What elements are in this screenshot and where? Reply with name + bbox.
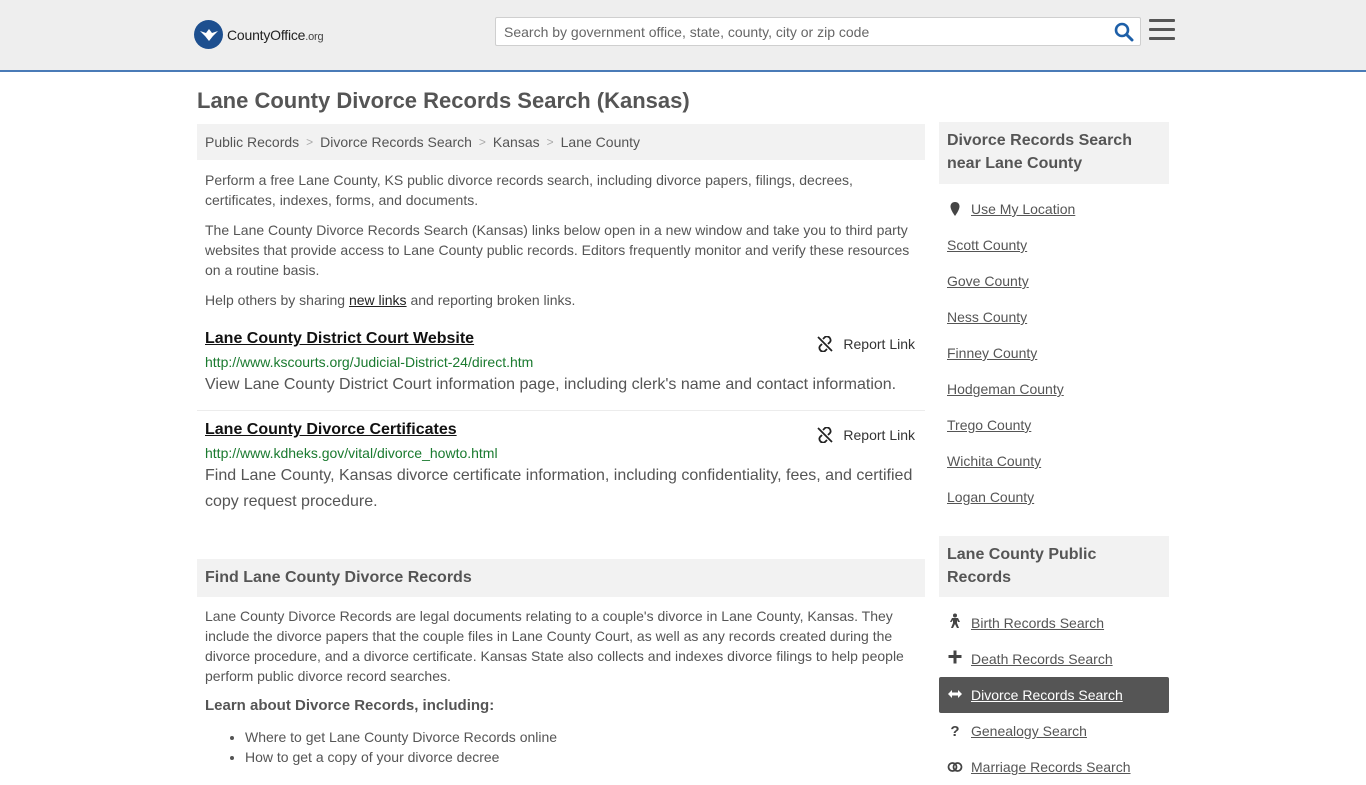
person-icon [947, 613, 963, 633]
sidebar-item-label[interactable]: Divorce Records Search [971, 687, 1123, 703]
section-heading: Find Lane County Divorce Records [197, 559, 925, 597]
question-icon: ? [950, 722, 960, 740]
chevron-right-icon: > [478, 135, 486, 149]
nearby-county-link[interactable]: Ness County [947, 309, 1027, 325]
new-links-link[interactable]: new links [349, 292, 407, 308]
report-link-label: Report Link [843, 336, 915, 352]
logo-tld: .org [305, 30, 324, 43]
result-description: Find Lane County, Kansas divorce certifi… [205, 467, 913, 510]
search-bar [495, 17, 1141, 46]
hamburger-menu-icon[interactable] [1149, 19, 1175, 41]
result-url: http://www.kscourts.org/Judicial-Distric… [205, 354, 534, 370]
broken-link-icon [817, 427, 834, 443]
chevron-right-icon: > [546, 135, 554, 149]
nearby-county-link[interactable]: Gove County [947, 273, 1029, 289]
nearby-county-link[interactable]: Scott County [947, 237, 1027, 253]
use-my-location-link[interactable]: Use My Location [971, 201, 1075, 217]
sidebar-item-birth-records[interactable]: Birth Records Search [939, 605, 1169, 641]
nearby-county-link[interactable]: Wichita County [947, 453, 1041, 469]
sidebar-item-death-records[interactable]: Death Records Search [939, 641, 1169, 677]
eagle-icon [194, 20, 223, 49]
rings-icon [947, 759, 963, 776]
intro-paragraph: The Lane County Divorce Records Search (… [205, 222, 910, 278]
learn-list: Where to get Lane County Divorce Records… [245, 727, 557, 767]
page-title: Lane County Divorce Records Search (Kans… [197, 88, 690, 113]
broken-link-icon [817, 336, 834, 352]
site-logo[interactable]: CountyOffice.org [194, 20, 324, 49]
sidebar-heading-nearby: Divorce Records Search near Lane County [939, 122, 1169, 184]
sidebar-item-genealogy[interactable]: ? Genealogy Search [939, 713, 1169, 749]
result-item: Lane County Divorce Certificates Report … [197, 421, 925, 515]
section-body: Lane County Divorce Records are legal do… [205, 608, 904, 684]
search-icon[interactable] [1114, 22, 1134, 42]
sidebar-item-divorce-records[interactable]: Divorce Records Search [939, 677, 1169, 713]
plus-icon [947, 650, 963, 668]
result-description: View Lane County District Court informat… [205, 376, 897, 393]
nearby-county-link[interactable]: Logan County [947, 489, 1034, 505]
breadcrumb: Public Records > Divorce Records Search … [197, 124, 925, 160]
nearby-county-link[interactable]: Trego County [947, 417, 1031, 433]
nearby-county-link[interactable]: Hodgeman County [947, 381, 1064, 397]
sidebar-item-label[interactable]: Birth Records Search [971, 615, 1104, 631]
sidebar-heading-public-records: Lane County Public Records [939, 536, 1169, 597]
map-pin-icon [950, 202, 960, 216]
list-item: How to get a copy of your divorce decree [245, 747, 557, 767]
nearby-county-link[interactable]: Finney County [947, 345, 1037, 361]
sidebar-item-label[interactable]: Death Records Search [971, 651, 1113, 667]
result-title-link[interactable]: Lane County Divorce Certificates [205, 421, 457, 438]
divider [197, 410, 925, 411]
site-header: CountyOffice.org [0, 0, 1366, 72]
result-item: Lane County District Court Website Repor… [197, 330, 925, 398]
sidebar-item-marriage-records[interactable]: Marriage Records Search [939, 749, 1169, 785]
arrows-icon [947, 687, 963, 704]
report-link-button[interactable]: Report Link [817, 427, 915, 443]
intro-paragraph: Perform a free Lane County, KS public di… [205, 172, 853, 208]
share-paragraph: Help others by sharing new links and rep… [205, 292, 576, 308]
report-link-button[interactable]: Report Link [817, 336, 915, 352]
breadcrumb-item-public-records[interactable]: Public Records [205, 134, 299, 150]
breadcrumb-item-divorce-records[interactable]: Divorce Records Search [320, 134, 472, 150]
report-link-label: Report Link [843, 427, 915, 443]
sidebar-item-label[interactable]: Genealogy Search [971, 723, 1087, 739]
learn-heading: Learn about Divorce Records, including: [205, 697, 495, 714]
result-title-link[interactable]: Lane County District Court Website [205, 330, 474, 347]
breadcrumb-item-kansas[interactable]: Kansas [493, 134, 540, 150]
logo-brand: CountyOffice [227, 26, 306, 43]
use-location-row: Use My Location [947, 201, 1075, 217]
list-item: Where to get Lane County Divorce Records… [245, 727, 557, 747]
result-url: http://www.kdheks.gov/vital/divorce_howt… [205, 445, 498, 461]
breadcrumb-item-lane-county[interactable]: Lane County [561, 134, 640, 150]
chevron-right-icon: > [306, 135, 314, 149]
search-input[interactable] [496, 18, 1096, 45]
intro-text: Perform a free Lane County, KS public di… [205, 170, 920, 320]
sidebar-item-label[interactable]: Marriage Records Search [971, 759, 1131, 775]
